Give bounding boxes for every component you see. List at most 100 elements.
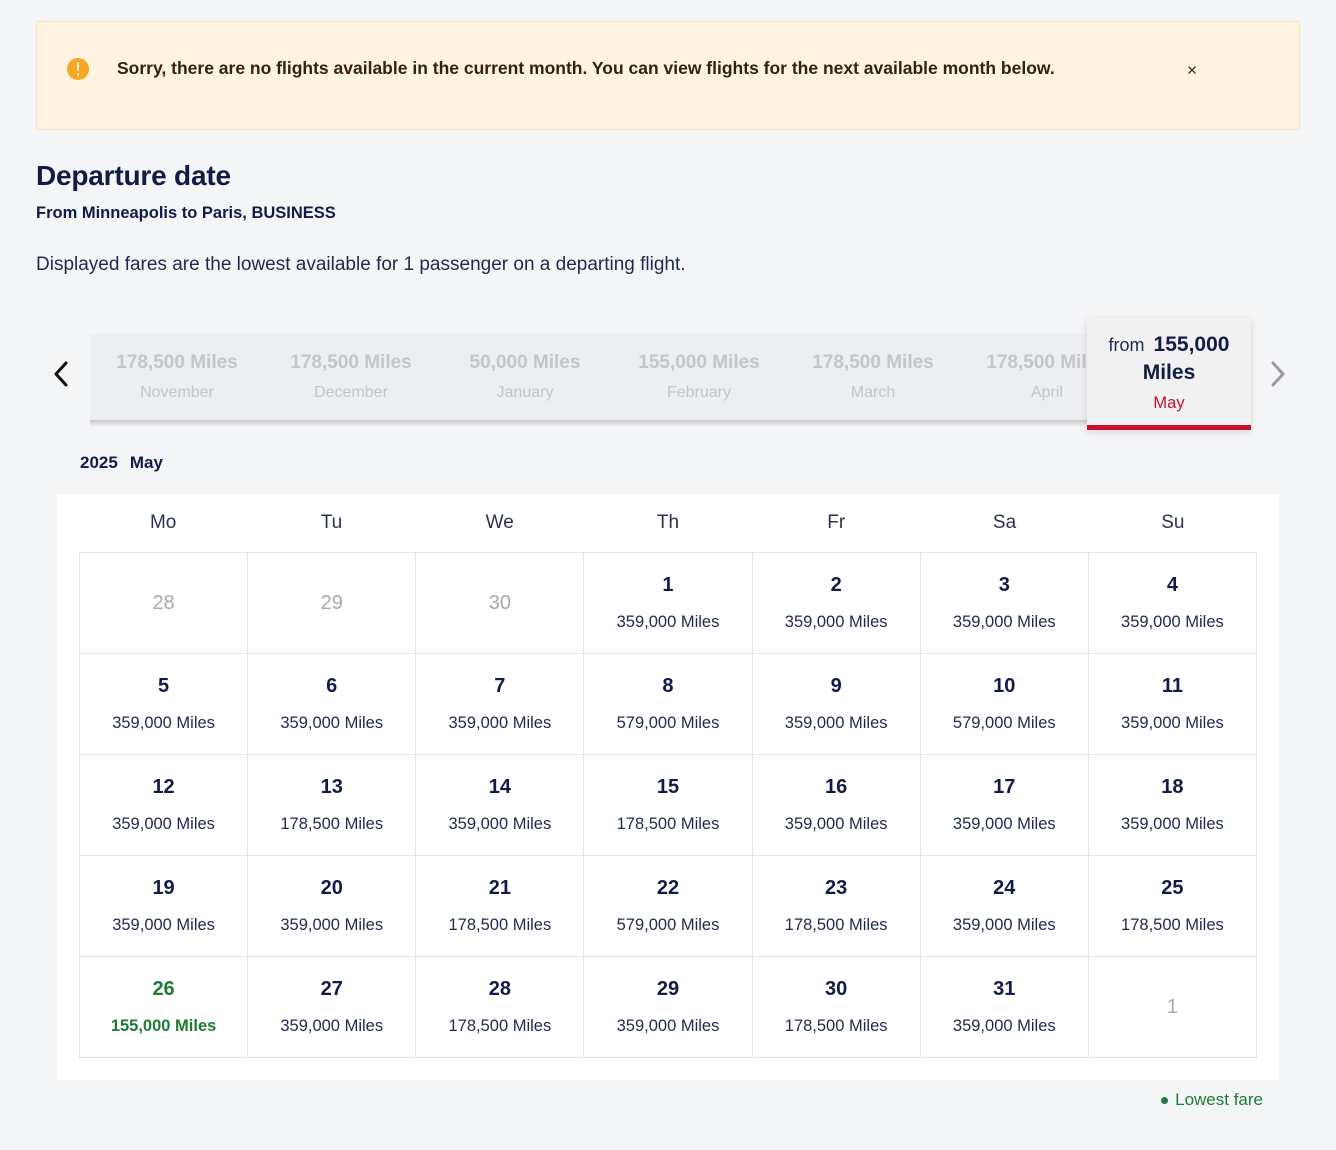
- month-tab[interactable]: 178,500 MilesMarch: [786, 334, 960, 420]
- calendar-day-price: 359,000 Miles: [617, 613, 720, 632]
- calendar-day-cell[interactable]: 5359,000 Miles: [80, 654, 248, 755]
- calendar-day-cell[interactable]: 13178,500 Miles: [248, 755, 416, 856]
- warning-circle-icon: [67, 58, 89, 80]
- calendar-day-cell[interactable]: 12 359,000 Miles: [80, 755, 248, 856]
- calendar-day-cell[interactable]: 15178,500 Miles: [584, 755, 752, 856]
- calendar-day-price: 359,000 Miles: [617, 1017, 720, 1036]
- calendar-day-price: 359,000 Miles: [953, 613, 1056, 632]
- calendar-day-cell[interactable]: 9 359,000 Miles: [753, 654, 921, 755]
- page-title: Departure date: [36, 160, 231, 192]
- calendar-day-price: 359,000 Miles: [112, 815, 215, 834]
- no-flights-alert: Sorry, there are no flights available in…: [36, 21, 1300, 130]
- calendar-day-cell[interactable]: 27359,000 Miles: [248, 957, 416, 1058]
- calendar-month: May: [130, 453, 163, 473]
- weekday-label: Fr: [752, 494, 920, 552]
- month-tab[interactable]: 155,000 Miles February: [612, 334, 786, 420]
- calendar-day-number: 17: [993, 776, 1015, 798]
- calendar-day-price: 178,500 Miles: [448, 916, 551, 935]
- calendar-day-cell[interactable]: 18 359,000 Miles: [1089, 755, 1257, 856]
- calendar-day-cell[interactable]: 31359,000 Miles: [921, 957, 1089, 1058]
- calendar-day-cell[interactable]: 7 359,000 Miles: [416, 654, 584, 755]
- calendar-day-price: 359,000 Miles: [785, 613, 888, 632]
- calendar-day-cell[interactable]: 3 359,000 Miles: [921, 553, 1089, 654]
- calendar-day-cell[interactable]: 20359,000 Miles: [248, 856, 416, 957]
- calendar-day-number: 10: [993, 675, 1015, 697]
- calendar-day-cell[interactable]: 14359,000 Miles: [416, 755, 584, 856]
- calendar-day-number: 28: [489, 978, 511, 1000]
- calendar-day-cell[interactable]: 11 359,000 Miles: [1089, 654, 1257, 755]
- month-tab-name: February: [667, 384, 731, 402]
- weekday-label: Mo: [79, 494, 247, 552]
- calendar-day-cell[interactable]: 19359,000 Miles: [80, 856, 248, 957]
- calendar-day-cell[interactable]: 22579,000 Miles: [584, 856, 752, 957]
- month-tab-selected[interactable]: from 155,000 Miles May: [1087, 318, 1251, 430]
- calendar-day-cell[interactable]: 16359,000 Miles: [753, 755, 921, 856]
- calendar-day-price: 178,500 Miles: [1121, 916, 1224, 935]
- chevron-left-icon[interactable]: [46, 354, 76, 394]
- month-track: 178,500 MilesNovember178,500 MilesDecemb…: [90, 334, 1134, 420]
- calendar-day-cell[interactable]: 23178,500 Miles: [753, 856, 921, 957]
- selected-month-name: May: [1153, 394, 1184, 413]
- calendar-day-price: 579,000 Miles: [617, 916, 720, 935]
- calendar-day-price: 359,000 Miles: [1121, 714, 1224, 733]
- calendar-day-price: 359,000 Miles: [785, 714, 888, 733]
- calendar-day-cell[interactable]: 26155,000 Miles: [80, 957, 248, 1058]
- month-tab[interactable]: 178,500 MilesDecember: [264, 334, 438, 420]
- calendar-day-cell[interactable]: 2359,000 Miles: [753, 553, 921, 654]
- calendar-day-cell[interactable]: 17 359,000 Miles: [921, 755, 1089, 856]
- calendar-day-cell[interactable]: 28 178,500 Miles: [416, 957, 584, 1058]
- weekday-label: Sa: [920, 494, 1088, 552]
- calendar-day-number: 15: [657, 776, 679, 798]
- calendar-day-number: 12: [152, 776, 174, 798]
- calendar-day-number: 3: [999, 574, 1010, 596]
- calendar-year: 2025: [80, 453, 118, 473]
- calendar-day-number: 21: [489, 877, 511, 899]
- weekday-label: We: [416, 494, 584, 552]
- calendar-day-number: 6: [326, 675, 337, 697]
- calendar-day-cell[interactable]: 21 178,500 Miles: [416, 856, 584, 957]
- weekday-label: Th: [584, 494, 752, 552]
- calendar-day-price: 359,000 Miles: [953, 815, 1056, 834]
- month-selector: 178,500 MilesNovember178,500 MilesDecemb…: [36, 318, 1300, 430]
- month-tab-name: March: [851, 384, 895, 402]
- month-tab[interactable]: 178,500 MilesNovember: [90, 334, 264, 420]
- month-tab-name: April: [1031, 384, 1063, 402]
- calendar-day-cell[interactable]: 6359,000 Miles: [248, 654, 416, 755]
- calendar-day-number: 7: [494, 675, 505, 697]
- calendar-day-price: 359,000 Miles: [1121, 815, 1224, 834]
- calendar-day-number: 13: [321, 776, 343, 798]
- calendar-day-number: 20: [321, 877, 343, 899]
- month-tab[interactable]: 50,000 MilesJanuary: [438, 334, 612, 420]
- calendar-week-row: 26155,000 Miles27359,000 Miles28178,500 …: [80, 957, 1257, 1058]
- calendar-day-cell-disabled: 28: [80, 553, 248, 654]
- calendar-day-number: 28: [152, 592, 174, 614]
- calendar-day-cell[interactable]: 8579,000 Miles: [584, 654, 752, 755]
- calendar-day-number: 9: [831, 675, 842, 697]
- calendar-day-cell[interactable]: 25178,500 Miles: [1089, 856, 1257, 957]
- legend-lowest-fare: Lowest fare: [1161, 1090, 1263, 1110]
- calendar-day-price: 359,000 Miles: [953, 916, 1056, 935]
- month-tab-miles: 155,000 Miles: [638, 352, 759, 374]
- calendar-day-price: 359,000 Miles: [448, 714, 551, 733]
- calendar-day-cell[interactable]: 29359,000 Miles: [584, 957, 752, 1058]
- calendar-day-price: 178,500 Miles: [448, 1017, 551, 1036]
- calendar-day-cell-disabled: 29: [248, 553, 416, 654]
- calendar-day-cell[interactable]: 4359,000 Miles: [1089, 553, 1257, 654]
- calendar-day-cell-disabled: 1: [1089, 957, 1257, 1058]
- calendar-day-price: 359,000 Miles: [785, 815, 888, 834]
- calendar-day-cell-disabled: 30: [416, 553, 584, 654]
- month-tab-miles: 178,500 Miles: [116, 352, 237, 374]
- close-icon[interactable]: ✕: [1177, 56, 1207, 86]
- calendar-day-number: 18: [1161, 776, 1183, 798]
- calendar-grid: 2829301359,000 Miles2359,000 Miles3359,0…: [79, 552, 1257, 1058]
- calendar-day-number: 27: [321, 978, 343, 1000]
- calendar-day-cell[interactable]: 30178,500 Miles: [753, 957, 921, 1058]
- calendar-day-price: 178,500 Miles: [785, 916, 888, 935]
- chevron-right-icon[interactable]: [1262, 354, 1292, 394]
- calendar-day-number: 8: [662, 675, 673, 697]
- calendar-day-cell[interactable]: 1359,000 Miles: [584, 553, 752, 654]
- calendar-day-price: 359,000 Miles: [953, 1017, 1056, 1036]
- calendar-day-cell[interactable]: 24359,000 Miles: [921, 856, 1089, 957]
- calendar-day-number: 11: [1162, 675, 1183, 697]
- calendar-day-cell[interactable]: 10579,000 Miles: [921, 654, 1089, 755]
